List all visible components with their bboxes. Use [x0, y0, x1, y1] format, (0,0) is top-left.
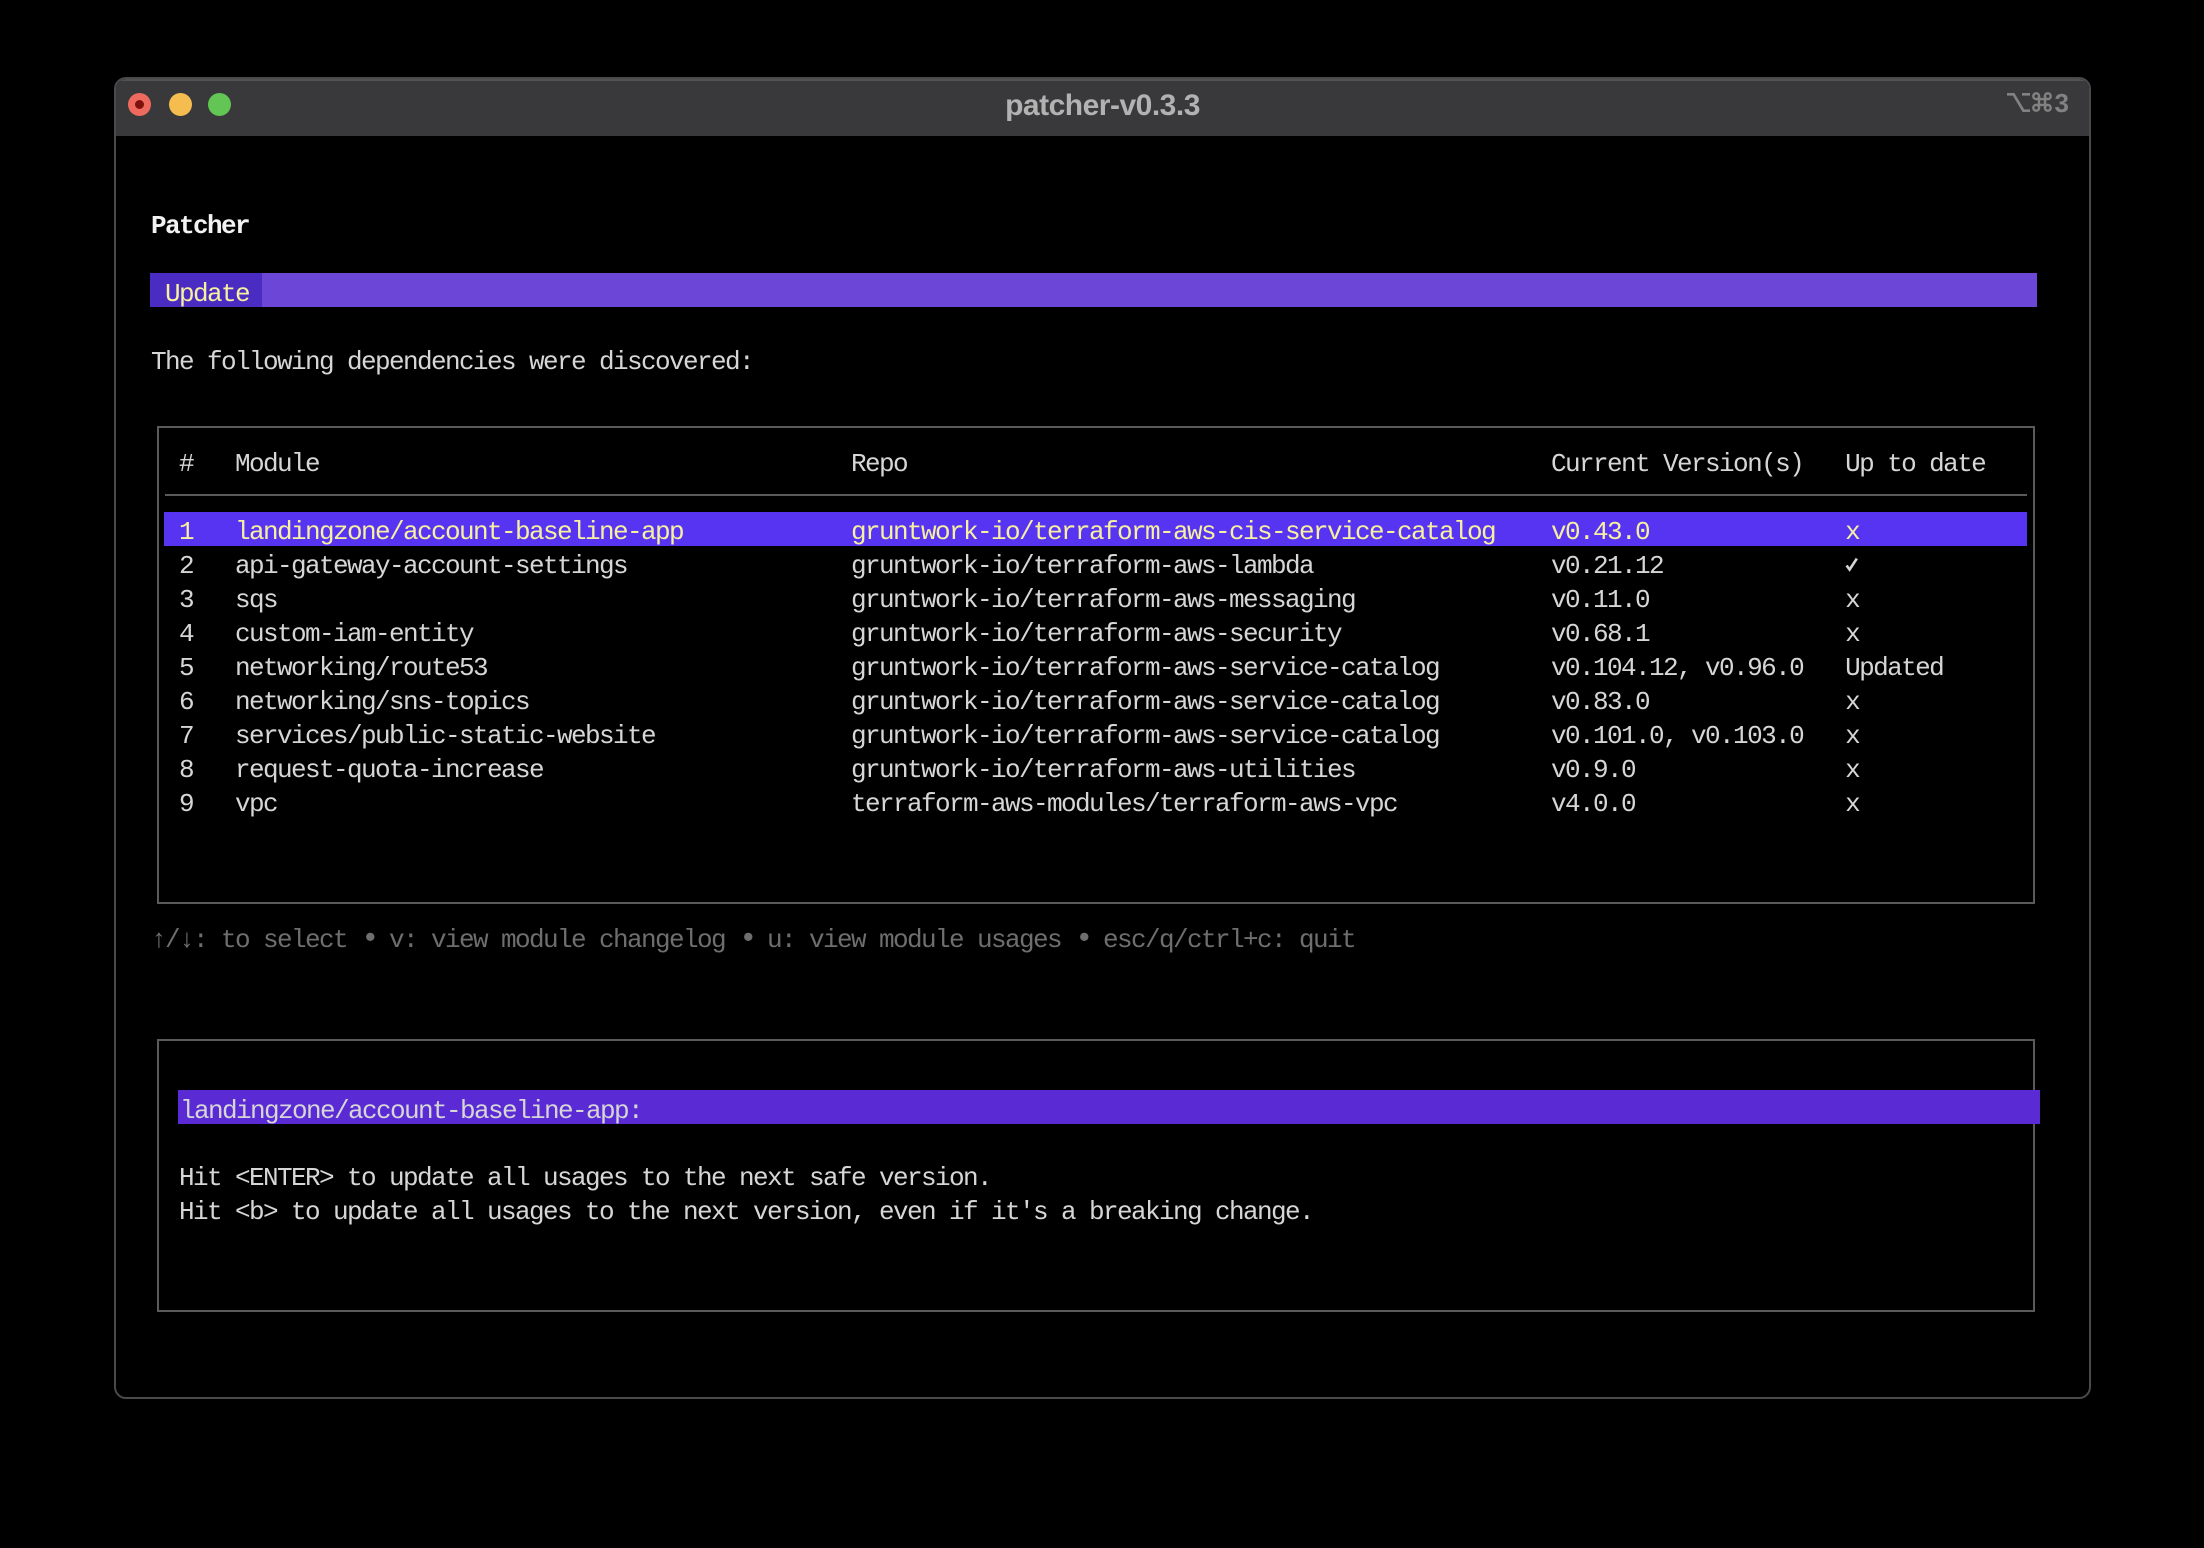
svg-text:3: 3: [2055, 92, 2069, 114]
